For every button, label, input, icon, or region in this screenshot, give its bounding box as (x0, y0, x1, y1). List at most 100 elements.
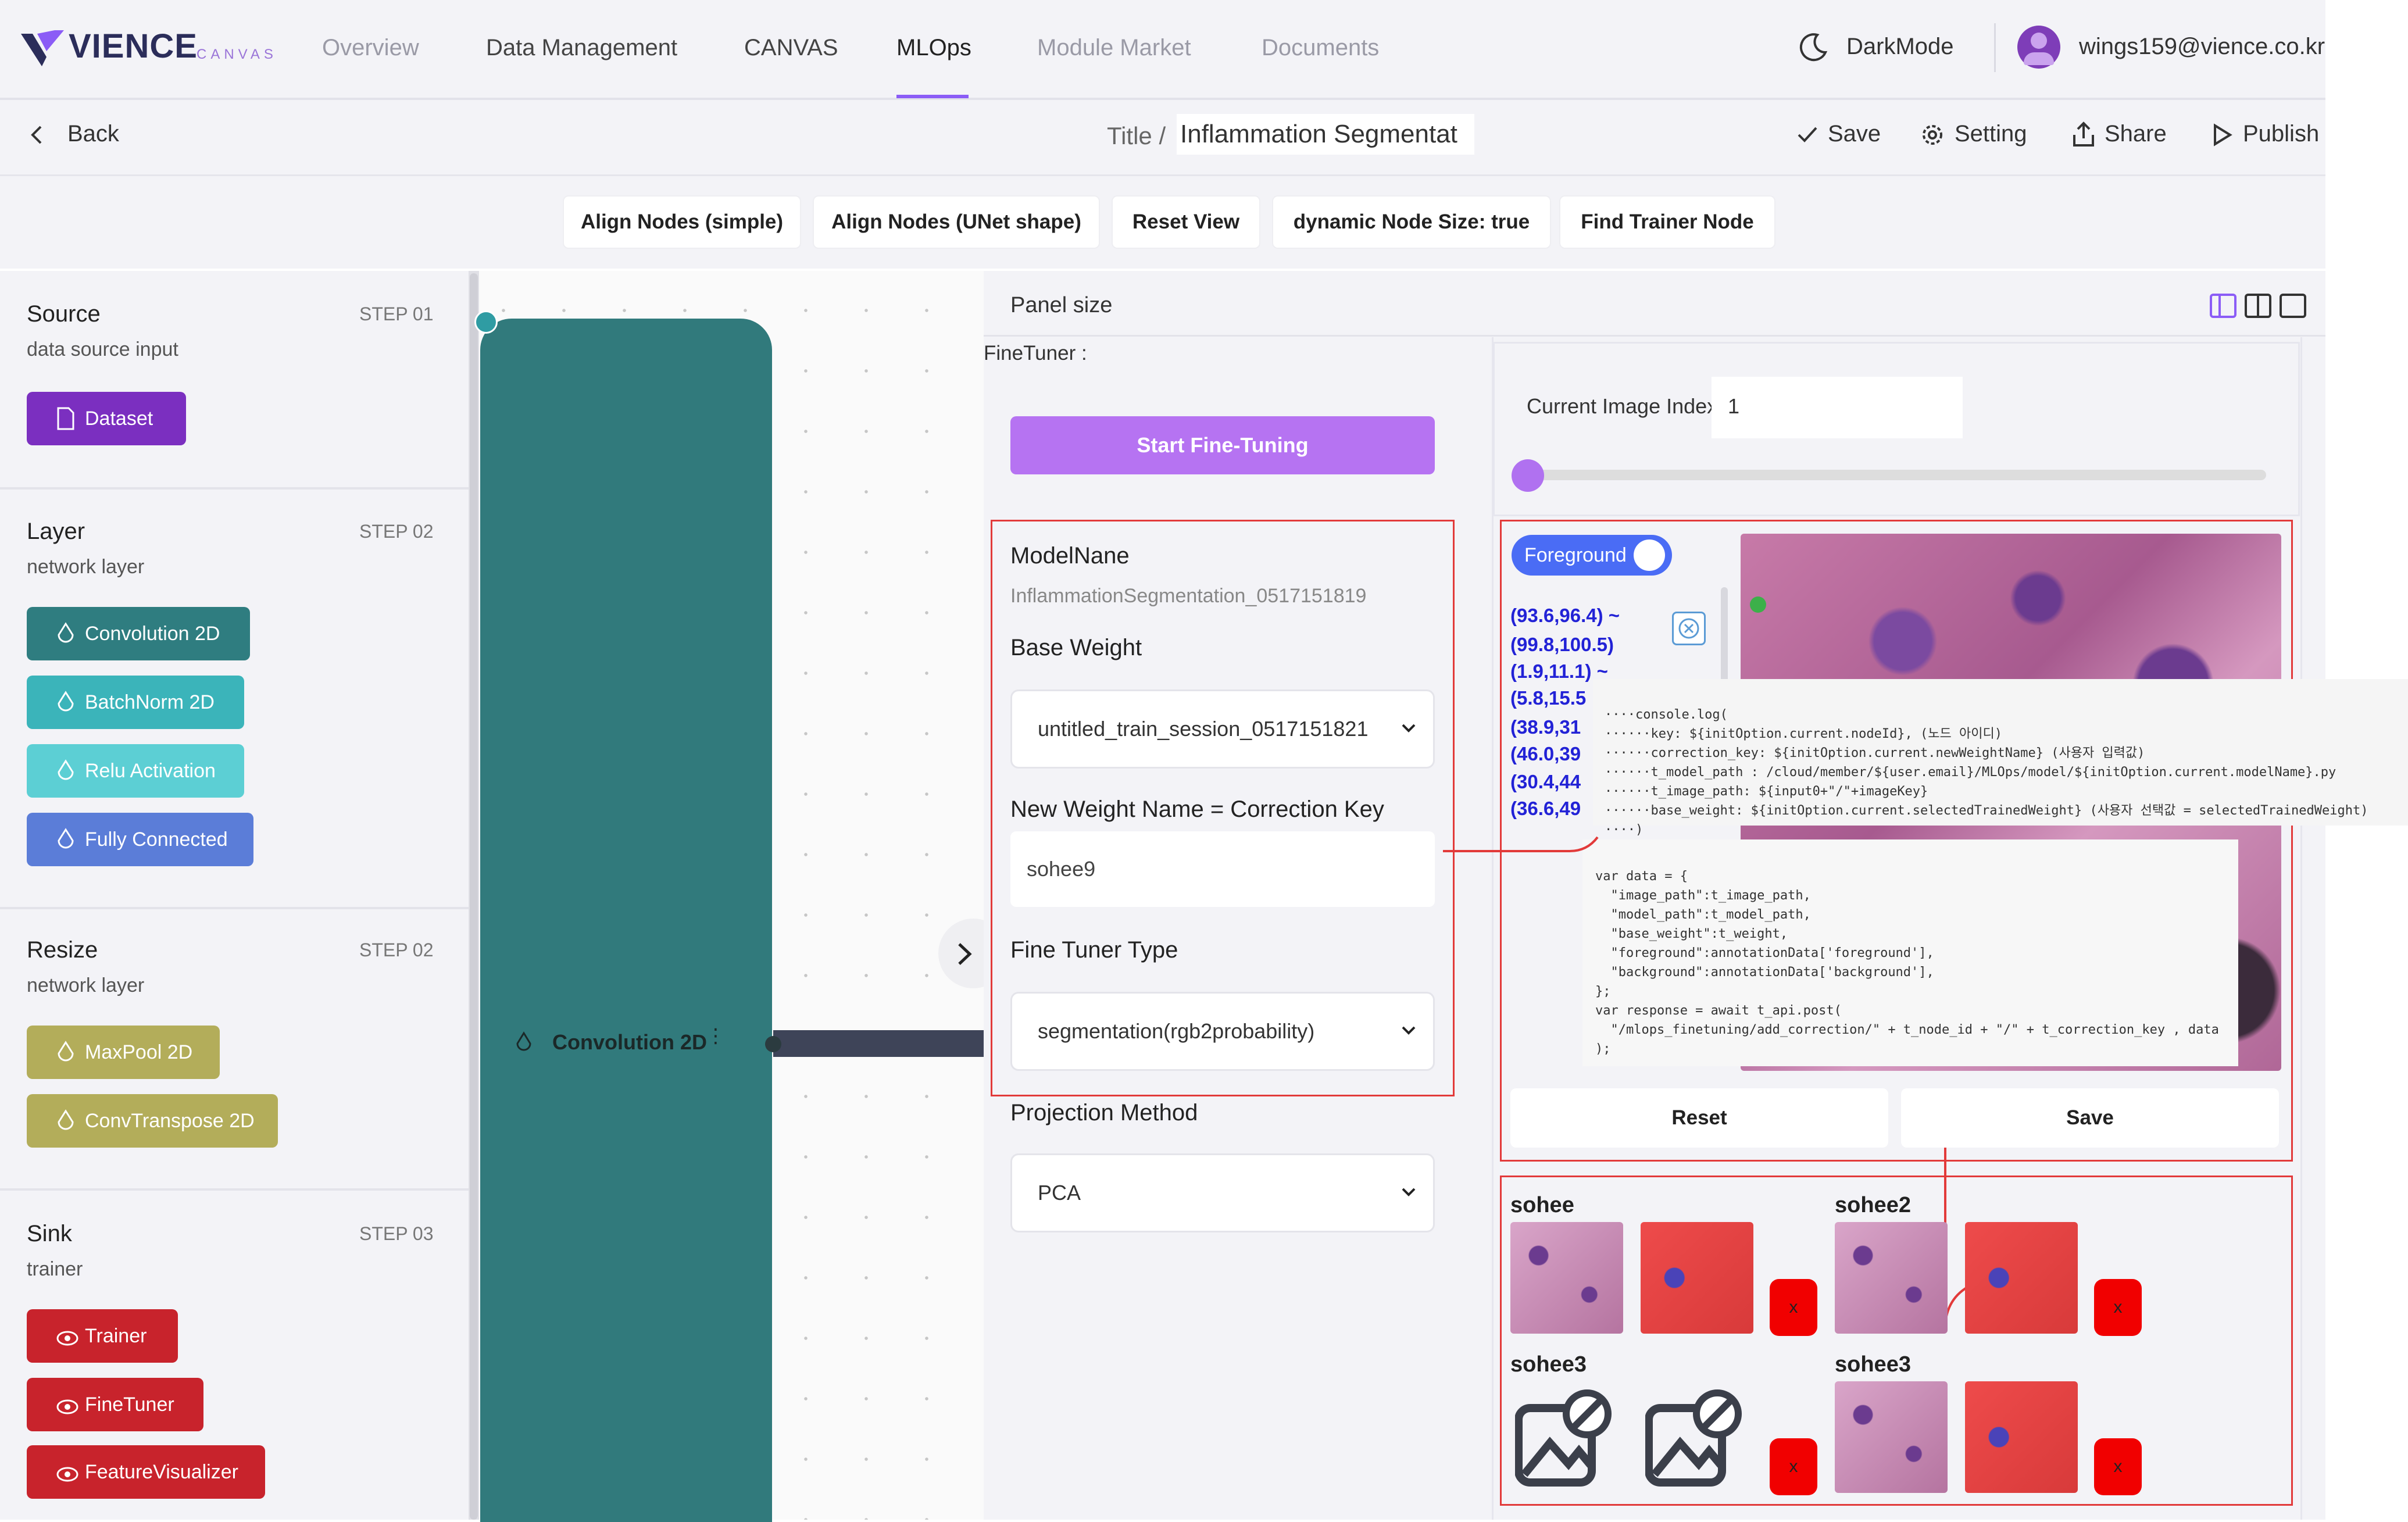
node-featurevisualizer[interactable]: FeatureVisualizer (27, 1445, 265, 1499)
delete-correction-button[interactable]: x (2094, 1438, 2142, 1495)
base-weight-select[interactable]: untitled_train_session_0517151821 (1010, 689, 1435, 769)
code-line: "foreground":annotationData['foreground'… (1595, 946, 1934, 960)
reset-annotation-button[interactable]: Reset (1510, 1088, 1888, 1148)
title-prefix: Title / (1107, 122, 1166, 149)
code-line: ····console.log( (1605, 708, 1728, 722)
canvas-node-convolution[interactable] (480, 319, 772, 1522)
title-input[interactable] (1177, 114, 1474, 155)
sidebar-scrollbar-thumb[interactable] (470, 273, 478, 1520)
eye-icon (56, 1331, 78, 1346)
remove-coord-button[interactable] (1672, 612, 1706, 645)
nav-mlops[interactable]: MLOps (896, 35, 971, 61)
correction-thumbnail[interactable] (1835, 1222, 1948, 1334)
node-maxpool-2d[interactable]: MaxPool 2D (27, 1026, 220, 1079)
nav-documents[interactable]: Documents (1262, 35, 1379, 61)
node-fully-connected[interactable]: Fully Connected (27, 813, 253, 866)
code-line: ······key: ${initOption.current.nodeId},… (1605, 727, 2002, 741)
reset-view-button[interactable]: Reset View (1112, 195, 1260, 249)
user-email[interactable]: wings159@vience.co.kr (2079, 34, 2325, 60)
projection-method-select[interactable]: PCA (1010, 1153, 1435, 1232)
model-name-label: ModelNane (1010, 543, 1130, 569)
node-convolution-2d[interactable]: Convolution 2D (27, 607, 250, 660)
correction-thumbnail[interactable] (1835, 1381, 1948, 1493)
code-snippet-request: var data = { "image_path":t_image_path, … (1582, 839, 2238, 1066)
logo-text[interactable]: VIENCE (69, 27, 198, 66)
select-value: PCA (1038, 1181, 1081, 1205)
section-step-layer: STEP 02 (359, 521, 434, 542)
align-nodes-unet-button[interactable]: Align Nodes (UNet shape) (813, 195, 1100, 249)
image-index-input[interactable]: 1 (1712, 377, 1963, 438)
code-line: "background":annotationData['background'… (1595, 965, 1934, 980)
annotation-arrow (1443, 836, 1599, 852)
section-step-source: STEP 01 (359, 303, 434, 324)
nav-overview[interactable]: Overview (322, 35, 419, 61)
coord-item: (46.0,39 (1510, 743, 1581, 764)
layout-split-icon[interactable] (2244, 292, 2272, 320)
share-action[interactable]: Share (2105, 121, 2167, 147)
dynamic-node-size-button[interactable]: dynamic Node Size: true (1272, 195, 1551, 249)
delete-correction-button[interactable]: x (2094, 1279, 2142, 1336)
darkmode-toggle[interactable]: DarkMode (1846, 34, 1954, 60)
base-weight-label: Base Weight (1010, 635, 1142, 660)
node-port-plus[interactable] (474, 310, 498, 334)
chevron-right-icon[interactable] (956, 942, 973, 966)
node-convtranspose-2d[interactable]: ConvTranspose 2D (27, 1094, 278, 1148)
new-weight-input[interactable]: sohee9 (1010, 831, 1435, 907)
select-value: untitled_train_session_0517151821 (1038, 717, 1369, 741)
share-icon[interactable] (2072, 121, 2095, 148)
tuner-type-select[interactable]: segmentation(rgb2probability) (1010, 992, 1435, 1071)
find-trainer-node-button[interactable]: Find Trainer Node (1559, 195, 1775, 249)
nav-data-management[interactable]: Data Management (486, 35, 677, 61)
publish-action[interactable]: Publish (2243, 121, 2319, 147)
toggle-knob[interactable] (1634, 540, 1665, 571)
section-title-layer: Layer (27, 519, 85, 544)
node-finetuner[interactable]: FineTuner (27, 1378, 203, 1431)
start-fine-tuning-button[interactable]: Start Fine-Tuning (1010, 416, 1435, 474)
coord-item: (99.8,100.5) (1510, 634, 1614, 655)
layout-left-icon[interactable] (2209, 292, 2237, 320)
align-nodes-simple-button[interactable]: Align Nodes (simple) (563, 195, 801, 249)
node-label: BatchNorm 2D (85, 691, 215, 713)
nav-canvas[interactable]: CANVAS (744, 35, 838, 61)
drop-icon (516, 1031, 531, 1051)
play-icon[interactable] (2213, 123, 2232, 147)
drop-icon (58, 622, 74, 643)
correction-mask[interactable] (1641, 1222, 1753, 1334)
setting-action[interactable]: Setting (1955, 121, 2027, 147)
eye-icon (56, 1399, 78, 1414)
gear-icon[interactable] (1920, 122, 1945, 148)
section-divider (0, 907, 469, 909)
node-batchnorm-2d[interactable]: BatchNorm 2D (27, 676, 244, 729)
image-index-slider-thumb[interactable] (1512, 459, 1544, 492)
delete-correction-button[interactable]: x (1770, 1279, 1817, 1336)
drop-icon (58, 691, 74, 712)
save-annotation-button[interactable]: Save (1901, 1088, 2279, 1148)
node-relu-activation[interactable]: Relu Activation (27, 744, 244, 798)
correction-name: sohee (1510, 1193, 1574, 1217)
correction-mask[interactable] (1965, 1222, 2078, 1334)
annotation-point[interactable] (1750, 596, 1766, 613)
section-sub-layer: network layer (27, 556, 145, 578)
layout-full-icon[interactable] (2279, 292, 2307, 320)
code-line: "model_path":t_model_path, (1595, 908, 1811, 922)
node-label: Relu Activation (85, 759, 216, 782)
section-title-resize: Resize (27, 937, 98, 963)
node-dataset[interactable]: Dataset (27, 392, 186, 445)
check-icon[interactable] (1796, 124, 1818, 144)
more-vertical-icon[interactable]: ⋮ (706, 1026, 726, 1055)
correction-thumbnail[interactable] (1510, 1222, 1623, 1334)
moon-icon[interactable] (1798, 31, 1829, 63)
code-line: ); (1595, 1042, 1611, 1056)
back-button[interactable]: Back (67, 121, 119, 147)
chevron-left-icon[interactable] (28, 124, 45, 145)
delete-correction-button[interactable]: x (1770, 1438, 1817, 1495)
node-output-port[interactable] (765, 1036, 781, 1052)
node-trainer[interactable]: Trainer (27, 1309, 178, 1363)
save-action[interactable]: Save (1828, 121, 1881, 147)
section-divider (0, 1188, 469, 1191)
code-line: var data = { (1595, 869, 1688, 884)
image-index-slider[interactable] (1523, 470, 2266, 480)
nav-module-market[interactable]: Module Market (1037, 35, 1191, 61)
correction-mask[interactable] (1965, 1381, 2078, 1493)
code-line: var response = await t_api.post( (1595, 1003, 1842, 1018)
